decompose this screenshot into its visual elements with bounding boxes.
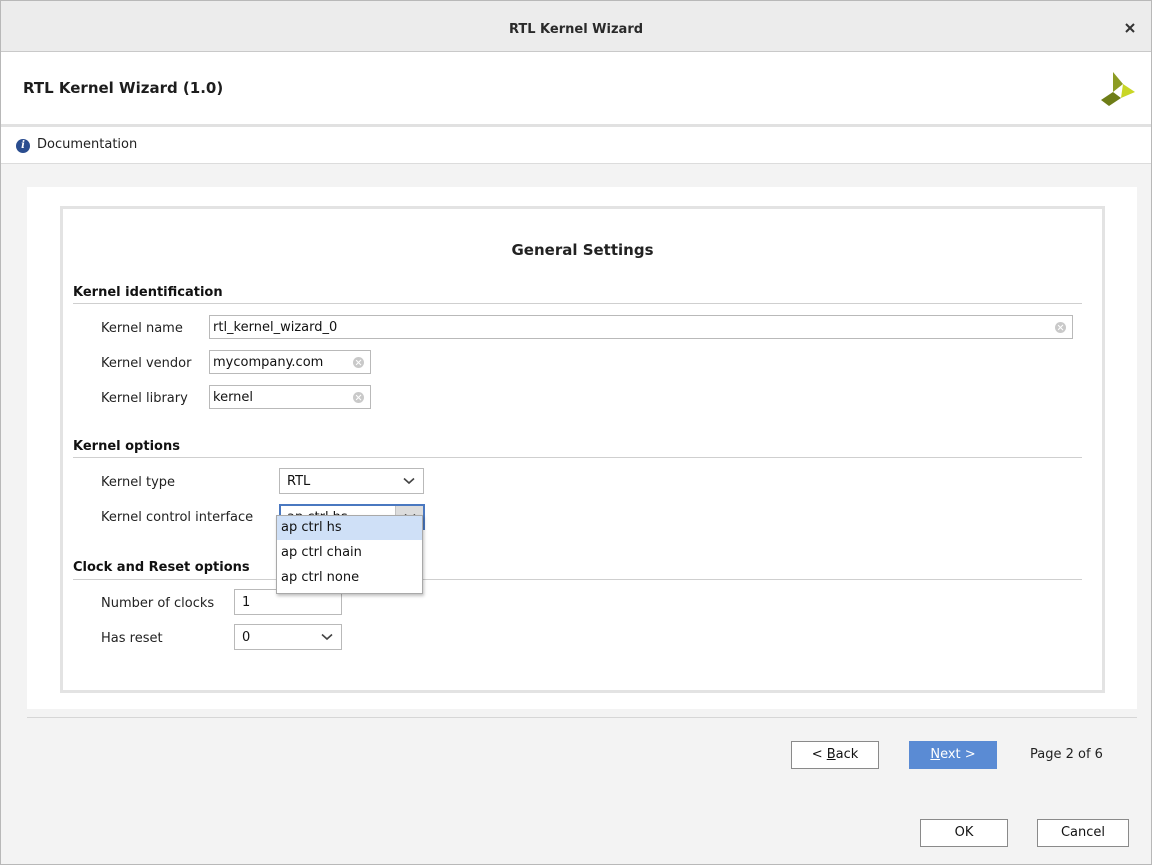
close-icon[interactable]	[1123, 21, 1137, 35]
dropdown-option-ap-ctrl-hs[interactable]: ap ctrl hs	[277, 516, 422, 540]
kernel-type-select[interactable]: RTL	[279, 468, 424, 494]
nav-divider	[27, 717, 1137, 718]
content-panel: General Settings Kernel identification K…	[27, 187, 1137, 709]
clear-icon[interactable]	[1055, 322, 1066, 333]
kernel-vendor-field[interactable]: mycompany.com	[209, 350, 371, 374]
dropdown-option-ap-ctrl-chain[interactable]: ap ctrl chain	[277, 541, 422, 565]
number-of-clocks-value: 1	[242, 595, 251, 610]
control-interface-dropdown-list: ap ctrl hs ap ctrl chain ap ctrl none	[276, 515, 423, 594]
next-label: ext >	[940, 747, 976, 762]
kernel-options-heading: Kernel options	[73, 439, 180, 454]
has-reset-select[interactable]: 0	[234, 624, 342, 650]
kernel-name-label: Kernel name	[101, 321, 183, 336]
wizard-title: RTL Kernel Wizard (1.0)	[23, 79, 224, 97]
chevron-down-icon[interactable]	[395, 469, 423, 493]
group-divider	[73, 457, 1082, 458]
back-prefix: <	[811, 747, 827, 762]
clock-reset-heading: Clock and Reset options	[73, 560, 250, 575]
group-divider	[73, 303, 1082, 304]
cancel-button[interactable]: Cancel	[1037, 819, 1129, 847]
dialog-window: RTL Kernel Wizard RTL Kernel Wizard (1.0…	[0, 0, 1152, 865]
documentation-bar: i Documentation	[1, 127, 1151, 164]
dropdown-option-ap-ctrl-none[interactable]: ap ctrl none	[277, 566, 422, 590]
next-mnemonic: N	[930, 747, 941, 762]
general-settings-box: General Settings Kernel identification K…	[60, 206, 1105, 693]
has-reset-value: 0	[242, 630, 251, 645]
xilinx-logo-icon	[1099, 70, 1137, 108]
kernel-control-interface-label: Kernel control interface	[101, 510, 254, 525]
title-bar: RTL Kernel Wizard	[1, 1, 1151, 52]
back-label: ack	[835, 747, 859, 762]
chevron-down-icon[interactable]	[313, 625, 341, 649]
kernel-name-field[interactable]: rtl_kernel_wizard_0	[209, 315, 1073, 339]
back-mnemonic: B	[826, 747, 836, 762]
kernel-vendor-value: mycompany.com	[213, 355, 324, 370]
ok-button[interactable]: OK	[920, 819, 1008, 847]
window-title: RTL Kernel Wizard	[508, 22, 644, 37]
documentation-link[interactable]: Documentation	[37, 137, 137, 152]
kernel-identification-heading: Kernel identification	[73, 285, 223, 300]
kernel-type-label: Kernel type	[101, 475, 176, 490]
kernel-library-label: Kernel library	[101, 391, 188, 406]
section-title: General Settings	[511, 241, 654, 259]
group-divider	[73, 579, 1082, 580]
wizard-header: RTL Kernel Wizard (1.0)	[1, 52, 1151, 127]
page-indicator: Page 2 of 6	[1030, 747, 1103, 762]
next-button[interactable]: Next >	[909, 741, 997, 769]
clear-icon[interactable]	[353, 392, 364, 403]
number-of-clocks-label: Number of clocks	[101, 596, 215, 611]
kernel-vendor-label: Kernel vendor	[101, 356, 192, 371]
kernel-name-value: rtl_kernel_wizard_0	[213, 320, 338, 335]
kernel-type-value: RTL	[287, 474, 311, 489]
kernel-library-value: kernel	[213, 390, 254, 405]
back-button[interactable]: < Back	[791, 741, 879, 769]
info-icon: i	[16, 139, 30, 153]
has-reset-label: Has reset	[101, 631, 163, 646]
clear-icon[interactable]	[353, 357, 364, 368]
kernel-library-field[interactable]: kernel	[209, 385, 371, 409]
